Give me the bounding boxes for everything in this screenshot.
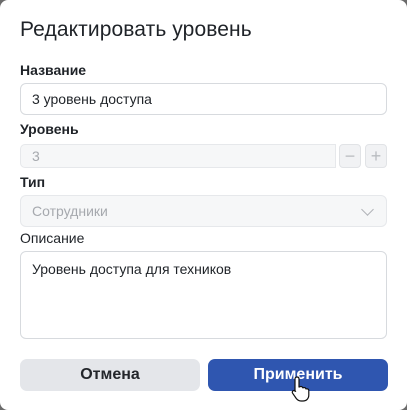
pointer-cursor-icon	[291, 376, 310, 402]
name-input[interactable]: 3 уровень доступа	[20, 83, 387, 115]
level-label: Уровень	[20, 121, 79, 137]
name-label: Название	[20, 62, 87, 78]
type-select[interactable]: Сотрудники	[20, 195, 387, 227]
dialog-title: Редактировать уровень	[20, 18, 252, 41]
description-textarea[interactable]: Уровень доступа для техников	[20, 251, 387, 339]
edit-level-dialog: Редактировать уровень Название 3 уровень…	[0, 0, 407, 410]
minus-icon: −	[344, 146, 356, 166]
type-select-value: Сотрудники	[32, 203, 108, 219]
level-decrement-button[interactable]: −	[339, 144, 361, 168]
chevron-down-icon	[361, 203, 374, 216]
level-input[interactable]: 3	[20, 144, 336, 168]
plus-icon: +	[370, 146, 382, 166]
type-label: Тип	[20, 174, 46, 190]
description-label: Описание	[20, 230, 85, 246]
cancel-button[interactable]: Отмена	[20, 359, 200, 391]
level-increment-button[interactable]: +	[365, 144, 387, 168]
